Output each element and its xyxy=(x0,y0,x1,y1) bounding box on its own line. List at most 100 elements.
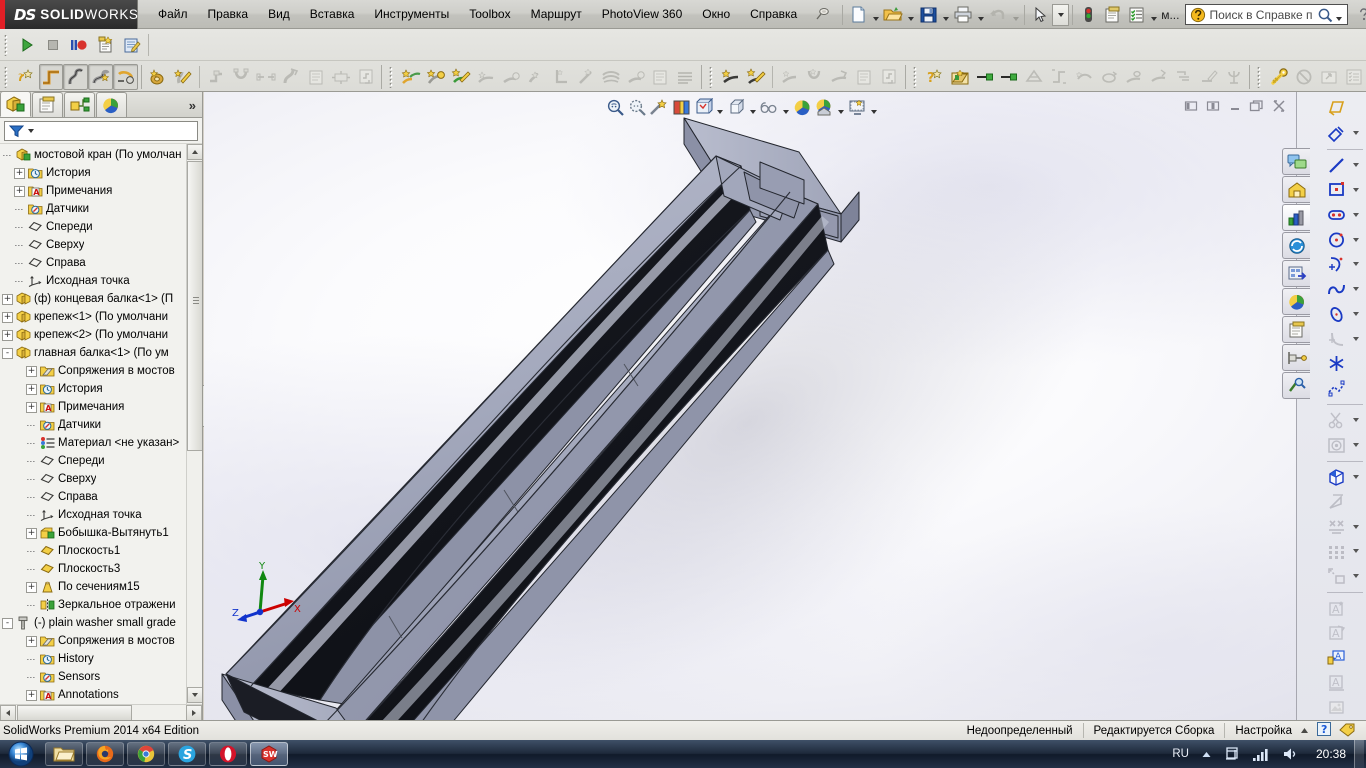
point-button[interactable] xyxy=(1323,352,1349,376)
trim-entities-button[interactable] xyxy=(1323,408,1349,432)
tree-hscrollbar-thumb[interactable] xyxy=(17,705,132,720)
route-flexible-button[interactable] xyxy=(88,63,114,90)
construction-geometry-button[interactable] xyxy=(1323,377,1349,401)
tree-item[interactable]: + крепеж<2> (По умолчани xyxy=(0,326,185,344)
tray-clock[interactable]: 20:38 xyxy=(1306,747,1354,761)
route-drag-button[interactable] xyxy=(113,63,139,90)
tree-item[interactable]: Sensors xyxy=(0,668,185,686)
show-desktop-button[interactable] xyxy=(1354,740,1364,768)
electrical-pencil-button[interactable] xyxy=(449,64,474,90)
electrical-wand-button[interactable] xyxy=(573,64,598,90)
tree-scroll-left-button[interactable] xyxy=(0,705,16,720)
piping-connect-button[interactable] xyxy=(254,64,279,90)
menu-item-insert[interactable]: Вставка xyxy=(300,4,365,24)
route-merge-button[interactable] xyxy=(1146,64,1171,90)
section-view-button[interactable] xyxy=(648,97,670,119)
repair-sketch-button[interactable]: A xyxy=(1323,621,1349,645)
route-check-button[interactable] xyxy=(1072,64,1097,90)
tree-collapse-button[interactable]: - xyxy=(2,347,13,359)
toolbar-grip[interactable] xyxy=(389,65,396,88)
menu-item-toolbox[interactable]: Toolbox xyxy=(459,4,520,24)
quick-snaps-button[interactable]: A xyxy=(1323,646,1349,670)
spline-button[interactable] xyxy=(1323,277,1349,301)
spline-chevron-down-icon[interactable] xyxy=(1349,277,1362,301)
toolbox-list-button[interactable] xyxy=(1341,64,1366,90)
split-vertical-button[interactable] xyxy=(1202,95,1224,117)
tree-item[interactable]: - главная балка<1> (По ум xyxy=(0,344,185,362)
piping-edit-button[interactable] xyxy=(170,64,195,90)
rapid-sketch-button[interactable]: A xyxy=(1323,671,1349,695)
toolbox-export-button[interactable] xyxy=(1317,64,1342,90)
tree-item[interactable]: Исходная точка xyxy=(0,506,185,524)
macro-edit-button[interactable] xyxy=(118,32,144,58)
tree-scrollbar-thumb[interactable] xyxy=(187,161,202,451)
toolbox-block-button[interactable] xyxy=(1292,64,1317,90)
routing-wizard-button[interactable]: ? xyxy=(922,64,947,90)
tree-item[interactable]: Исходная точка xyxy=(0,272,185,290)
tree-item[interactable]: Датчики xyxy=(0,200,185,218)
move-entities-chevron-down-icon[interactable] xyxy=(1349,564,1362,588)
tube-add-button[interactable] xyxy=(777,64,802,90)
undo-button[interactable] xyxy=(986,3,1010,27)
route-line-button[interactable] xyxy=(38,63,64,90)
electrical-splice-button[interactable] xyxy=(523,64,548,90)
tube-report-button[interactable] xyxy=(852,64,877,90)
piping-fitting-button[interactable] xyxy=(229,64,254,90)
route-hanger-button[interactable] xyxy=(1221,64,1246,90)
route-dim-button[interactable] xyxy=(1196,64,1221,90)
linear-pattern-chevron-down-icon[interactable] xyxy=(1349,515,1362,539)
arc-chevron-down-icon[interactable] xyxy=(1349,252,1362,276)
doc-close-button[interactable] xyxy=(1268,95,1290,117)
toolbox-config-button[interactable] xyxy=(1267,64,1292,90)
electrical-report-button[interactable] xyxy=(648,64,673,90)
property-manager-tab[interactable] xyxy=(32,92,63,117)
tree-item[interactable]: + История xyxy=(0,164,185,182)
doc-restore-button[interactable] xyxy=(1246,95,1268,117)
tree-item[interactable]: + История xyxy=(0,380,185,398)
feature-manager-tab[interactable] xyxy=(0,91,31,117)
task-pane-resources-tab[interactable] xyxy=(1282,148,1310,175)
electrical-flatten-button[interactable] xyxy=(598,64,623,90)
rectangle-button[interactable] xyxy=(1323,178,1349,202)
screen-capture-button[interactable] xyxy=(846,97,868,119)
slot-button[interactable] xyxy=(1323,203,1349,227)
print-button[interactable] xyxy=(951,3,975,27)
tree-item[interactable]: Справа xyxy=(0,488,185,506)
new-document-chevron-down-icon[interactable] xyxy=(870,4,881,26)
view-settings-button[interactable] xyxy=(791,97,813,119)
split-horizontal-button[interactable] xyxy=(1180,95,1202,117)
configuration-manager-tab[interactable] xyxy=(64,92,95,117)
magnifier-icon[interactable] xyxy=(1317,7,1334,23)
tree-expand-button[interactable]: + xyxy=(26,581,37,593)
route-copy-button[interactable] xyxy=(1097,64,1122,90)
tube-drag-button[interactable] xyxy=(827,64,852,90)
status-settings-button[interactable]: Настройка xyxy=(1235,725,1292,737)
pushpin-icon[interactable] xyxy=(807,6,839,22)
tree-item[interactable]: Сверху xyxy=(0,236,185,254)
tree-collapse-button[interactable]: - xyxy=(2,617,13,629)
yellow-tag-icon[interactable] xyxy=(1339,722,1362,740)
electrical-stud-button[interactable] xyxy=(499,64,524,90)
rectangular-grid-button[interactable] xyxy=(1323,539,1349,563)
tree-expand-button[interactable]: + xyxy=(26,689,37,701)
menu-item-tools[interactable]: Инструменты xyxy=(364,4,459,24)
tree-item[interactable]: + A Примечания xyxy=(0,182,185,200)
tree-expand-button[interactable]: + xyxy=(26,401,37,413)
fillet-chevron-down-icon[interactable] xyxy=(1349,327,1362,351)
zoom-to-fit-button[interactable] xyxy=(604,97,626,119)
piping-export-button[interactable] xyxy=(353,64,378,90)
menu-item-file[interactable]: Файл xyxy=(148,4,198,24)
tree-item[interactable]: Зеркальное отражени xyxy=(0,596,185,614)
options-chevron-down-icon[interactable] xyxy=(1148,4,1159,26)
feature-tree[interactable]: мостовой кран (По умолчан + История + A Приме… xyxy=(0,143,202,720)
tray-volume-speaker-icon[interactable] xyxy=(1276,746,1306,762)
toolbar-grip[interactable] xyxy=(4,65,11,88)
rebuild-button[interactable] xyxy=(1076,3,1100,27)
tree-scroll-down-button[interactable] xyxy=(187,687,202,703)
display-delete-relations-button[interactable]: A xyxy=(1323,596,1349,620)
tray-show-hidden-chevron-up-icon[interactable] xyxy=(1195,750,1218,759)
tree-item[interactable]: + Сопряжения в мостов xyxy=(0,362,185,380)
route-split-button[interactable] xyxy=(1122,64,1147,90)
tree-item[interactable]: мостовой кран (По умолчан xyxy=(0,146,185,164)
menu-item-window[interactable]: Окно xyxy=(692,4,740,24)
